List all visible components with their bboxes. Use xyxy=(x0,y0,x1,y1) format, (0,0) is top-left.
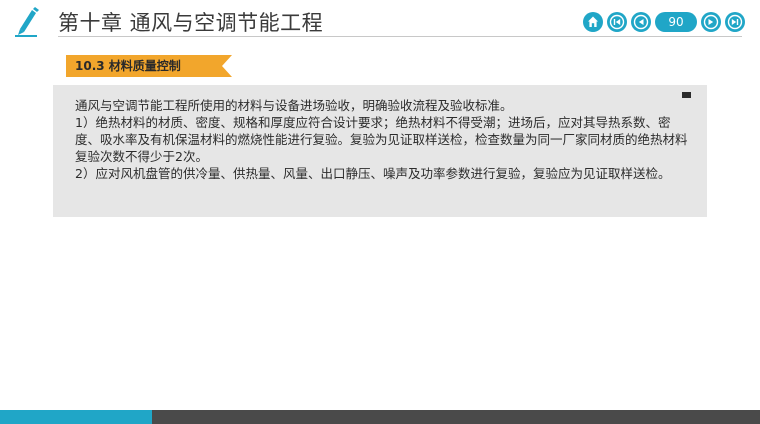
page-number: 90 xyxy=(655,12,697,32)
home-icon xyxy=(588,16,598,27)
footer-bar xyxy=(0,410,760,424)
next-page-button[interactable] xyxy=(701,12,721,32)
last-page-icon xyxy=(727,14,743,30)
chapter-title: 第十章 通风与空调节能工程 xyxy=(58,11,324,35)
section-tab: 10.3 材料质量控制 xyxy=(66,55,232,77)
home-button[interactable] xyxy=(583,12,603,32)
previous-page-button[interactable] xyxy=(631,12,651,32)
footer-accent xyxy=(0,410,152,424)
first-page-icon xyxy=(609,14,625,30)
pencil-icon xyxy=(14,7,40,37)
header-divider xyxy=(58,36,742,37)
next-page-icon xyxy=(703,14,719,30)
paragraph-intro: 通风与空调节能工程所使用的材料与设备进场验收，明确验收流程及验收标准。 xyxy=(75,98,513,113)
first-page-button[interactable] xyxy=(607,12,627,32)
previous-page-icon xyxy=(633,14,649,30)
section-title: 10.3 材料质量控制 xyxy=(75,59,181,73)
content-text: 通风与空调节能工程所使用的材料与设备进场验收，明确验收流程及验收标准。 1）绝热… xyxy=(75,97,689,182)
content-panel: 通风与空调节能工程所使用的材料与设备进场验收，明确验收流程及验收标准。 1）绝热… xyxy=(53,85,707,217)
header: 第十章 通风与空调节能工程 90 xyxy=(0,0,760,44)
paragraph-insulation: 1）绝热材料的材质、密度、规格和厚度应符合设计要求；绝热材料不得受潮；进场后，应… xyxy=(75,115,688,164)
last-page-button[interactable] xyxy=(725,12,745,32)
paragraph-fan-coil: 2）应对风机盘管的供冷量、供热量、风量、出口静压、噪声及功率参数进行复验，复验应… xyxy=(75,166,671,181)
